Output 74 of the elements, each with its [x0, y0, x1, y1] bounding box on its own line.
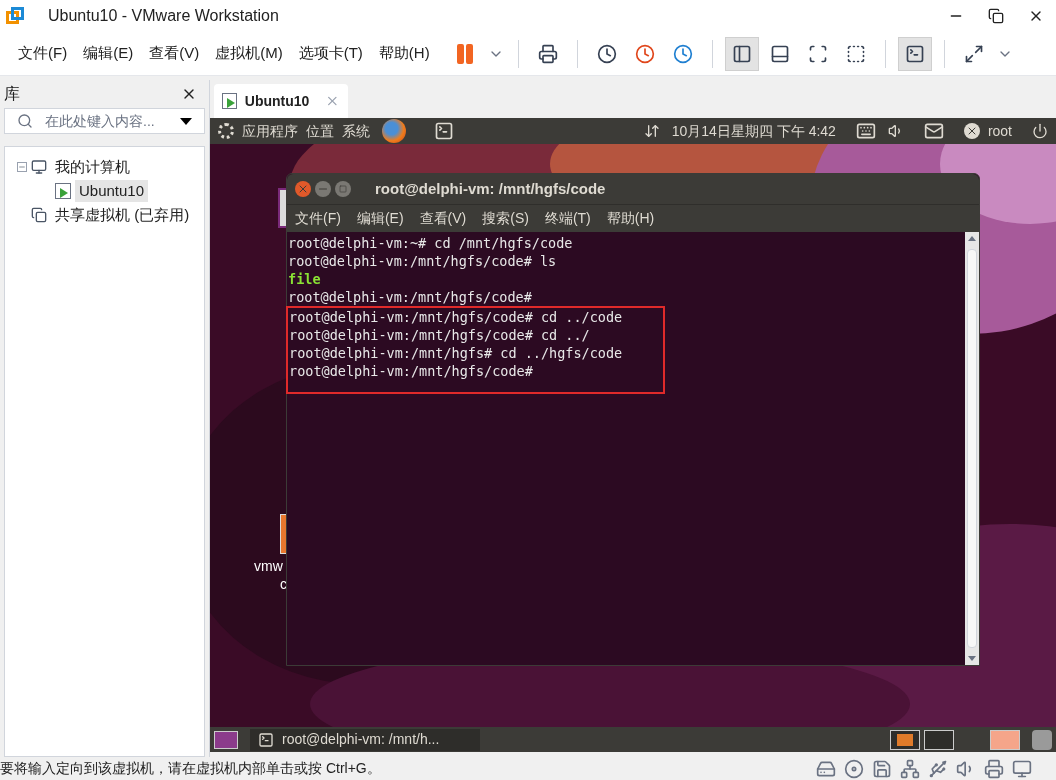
mail-icon[interactable] — [923, 121, 944, 141]
dropdown-caret-icon[interactable] — [180, 117, 192, 125]
panel-menu[interactable]: 位置 — [306, 120, 334, 142]
menu-item[interactable]: 虚拟机(M) — [209, 42, 289, 65]
terminal-icon — [904, 43, 925, 64]
menu-item[interactable]: 文件(F) — [12, 42, 74, 65]
user-name[interactable]: root — [987, 120, 1012, 142]
workspace-icon[interactable] — [924, 729, 954, 750]
shared-vm-icon — [31, 207, 47, 223]
search-icon — [17, 113, 33, 129]
desktop-label: c — [280, 575, 287, 594]
menu-item[interactable]: 查看(V) — [419, 208, 467, 229]
network-icon[interactable] — [900, 758, 920, 779]
keyboard-icon[interactable] — [855, 121, 876, 141]
network-icon[interactable] — [643, 123, 660, 139]
search-field[interactable]: 在此处键入内容... — [4, 108, 205, 134]
menu-item[interactable]: 选项卡(T) — [292, 42, 369, 65]
desktop-label: vmw — [254, 557, 283, 576]
display-icon[interactable] — [1012, 758, 1032, 779]
bottom-panel-icon — [769, 43, 790, 64]
clock-text[interactable]: 10月14日星期四 下午 4:42 — [671, 120, 836, 142]
collapse-toggle-icon[interactable] — [17, 162, 27, 172]
menu-item[interactable]: 终端(T) — [544, 208, 591, 229]
disc-icon[interactable] — [844, 758, 864, 779]
vm-icon — [222, 93, 237, 109]
terminal-line: root@delphi-vm:/mnt/hgfs/code# cd ../code — [288, 308, 624, 326]
workspace-icon[interactable] — [990, 729, 1020, 750]
menu-item[interactable]: 帮助(H) — [372, 42, 436, 65]
ubuntu-logo-icon[interactable] — [218, 123, 234, 139]
terminal-line: root@delphi-vm:~# cd /mnt/hgfs/code — [287, 234, 574, 252]
terminal-line: root@delphi-vm:/mnt/hgfs/code# — [288, 362, 534, 380]
menu-item[interactable]: 搜索(S) — [482, 208, 529, 229]
vm-tab[interactable]: Ubuntu10 — [214, 84, 348, 118]
scrollbar[interactable] — [965, 232, 979, 665]
fullscreen-icon — [807, 43, 828, 64]
floppy-icon[interactable] — [872, 758, 892, 779]
usb-icon[interactable] — [928, 758, 948, 779]
app-logo-icon — [6, 7, 24, 25]
expand-icon — [963, 43, 984, 64]
menu-item[interactable]: 查看(V) — [143, 42, 206, 65]
tree-item[interactable]: Ubuntu10 — [75, 179, 149, 203]
workspace-icon[interactable] — [890, 729, 920, 750]
printer-icon[interactable] — [984, 758, 1004, 779]
terminal-line: root@delphi-vm:/mnt/hgfs/code# ls — [287, 252, 558, 270]
terminal-line: root@delphi-vm:/mnt/hgfs/code# cd ../ — [288, 326, 591, 344]
toolbar-button[interactable] — [897, 36, 932, 71]
sidebar-layout-icon — [731, 43, 752, 64]
menu-item[interactable]: 编辑(E) — [77, 42, 140, 65]
panel-menu[interactable]: 系统 — [342, 120, 370, 142]
window-title: Ubuntu10 - VMware Workstation — [48, 6, 279, 26]
desktop-icon[interactable] — [278, 188, 286, 228]
menu-item[interactable]: 文件(F) — [295, 208, 341, 229]
tree-item[interactable]: 共享虚拟机 (已弃用) — [51, 203, 194, 227]
terminal-line: root@delphi-vm:/mnt/hgfs# cd ../hgfs/code — [288, 344, 624, 362]
terminal-icon[interactable] — [434, 121, 454, 141]
terminal-line: file — [287, 270, 322, 288]
show-desktop-icon[interactable] — [214, 730, 238, 749]
monitor-icon — [31, 159, 47, 175]
browser-icon[interactable] — [382, 119, 406, 143]
tree-item[interactable]: 我的计算机 — [51, 155, 134, 179]
taskbar-item[interactable]: root@delphi-vm: /mnt/h... — [250, 728, 480, 751]
status-text: 要将输入定向到该虚拟机，请在虚拟机内部单击或按 Ctrl+G。 — [0, 759, 381, 778]
window-title: root@delphi-vm: /mnt/hgfs/code — [375, 178, 606, 199]
user-status-icon[interactable] — [963, 123, 980, 139]
maximize-icon[interactable] — [335, 181, 351, 197]
terminal-icon — [258, 731, 274, 748]
terminal-line: root@delphi-vm:/mnt/hgfs/code# — [287, 288, 533, 306]
panel-title: 库 — [4, 84, 20, 104]
restore-icon[interactable] — [988, 8, 1004, 24]
toolbar-button[interactable] — [724, 36, 759, 71]
menu-item[interactable]: 帮助(H) — [606, 208, 655, 229]
menu-item[interactable]: 编辑(E) — [356, 208, 404, 229]
power-icon[interactable] — [1032, 123, 1048, 139]
panel-menu[interactable]: 应用程序 — [242, 120, 298, 142]
